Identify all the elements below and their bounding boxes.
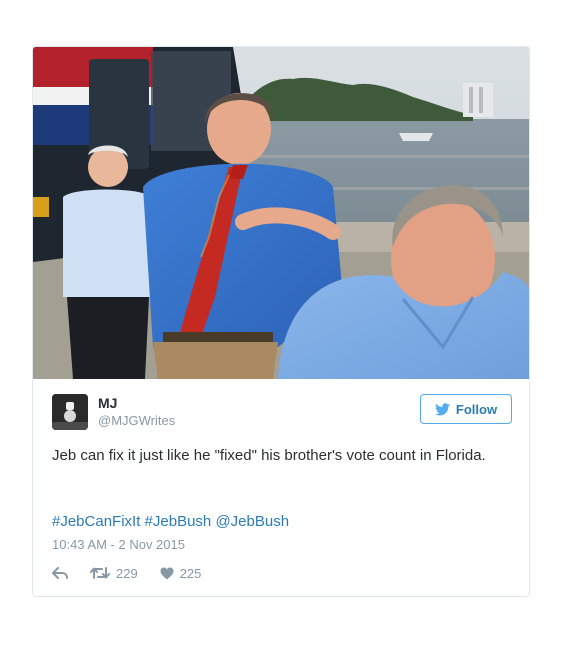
- author-handle[interactable]: @MJGWrites: [98, 412, 175, 429]
- hashtag-jebbush[interactable]: #JebBush: [145, 513, 212, 530]
- reply-icon: [52, 567, 68, 579]
- tweet-photo[interactable]: [33, 47, 530, 379]
- reply-button[interactable]: [52, 567, 68, 579]
- author-row: MJ @MJGWrites Follow: [52, 394, 512, 430]
- follow-label: Follow: [455, 401, 498, 417]
- twitter-bird-icon: [434, 402, 450, 415]
- avatar[interactable]: [52, 394, 88, 430]
- author-names: MJ @MJGWrites: [98, 394, 175, 429]
- avatar-image: [52, 394, 88, 430]
- follow-button[interactable]: Follow: [420, 394, 512, 424]
- like-count: 225: [179, 565, 202, 581]
- retweet-icon: [90, 567, 110, 579]
- tweet-timestamp[interactable]: 10:43 AM - 2 Nov 2015: [52, 536, 185, 554]
- hashtag-jebcanfixit[interactable]: #JebCanFixIt: [52, 513, 140, 530]
- mention-jebbush[interactable]: @JebBush: [215, 513, 289, 530]
- retweet-count: 229: [116, 565, 138, 581]
- like-button[interactable]: 225: [160, 565, 202, 581]
- tweet-entities: #JebCanFixIt #JebBush @JebBush: [52, 511, 289, 532]
- heart-icon: [160, 567, 174, 579]
- tweet-text: Jeb can fix it just like he "fixed" his …: [52, 447, 486, 464]
- retweet-button[interactable]: 229: [90, 566, 138, 581]
- tweet-actions: 229 225: [52, 564, 201, 582]
- author-display-name[interactable]: MJ: [98, 394, 175, 412]
